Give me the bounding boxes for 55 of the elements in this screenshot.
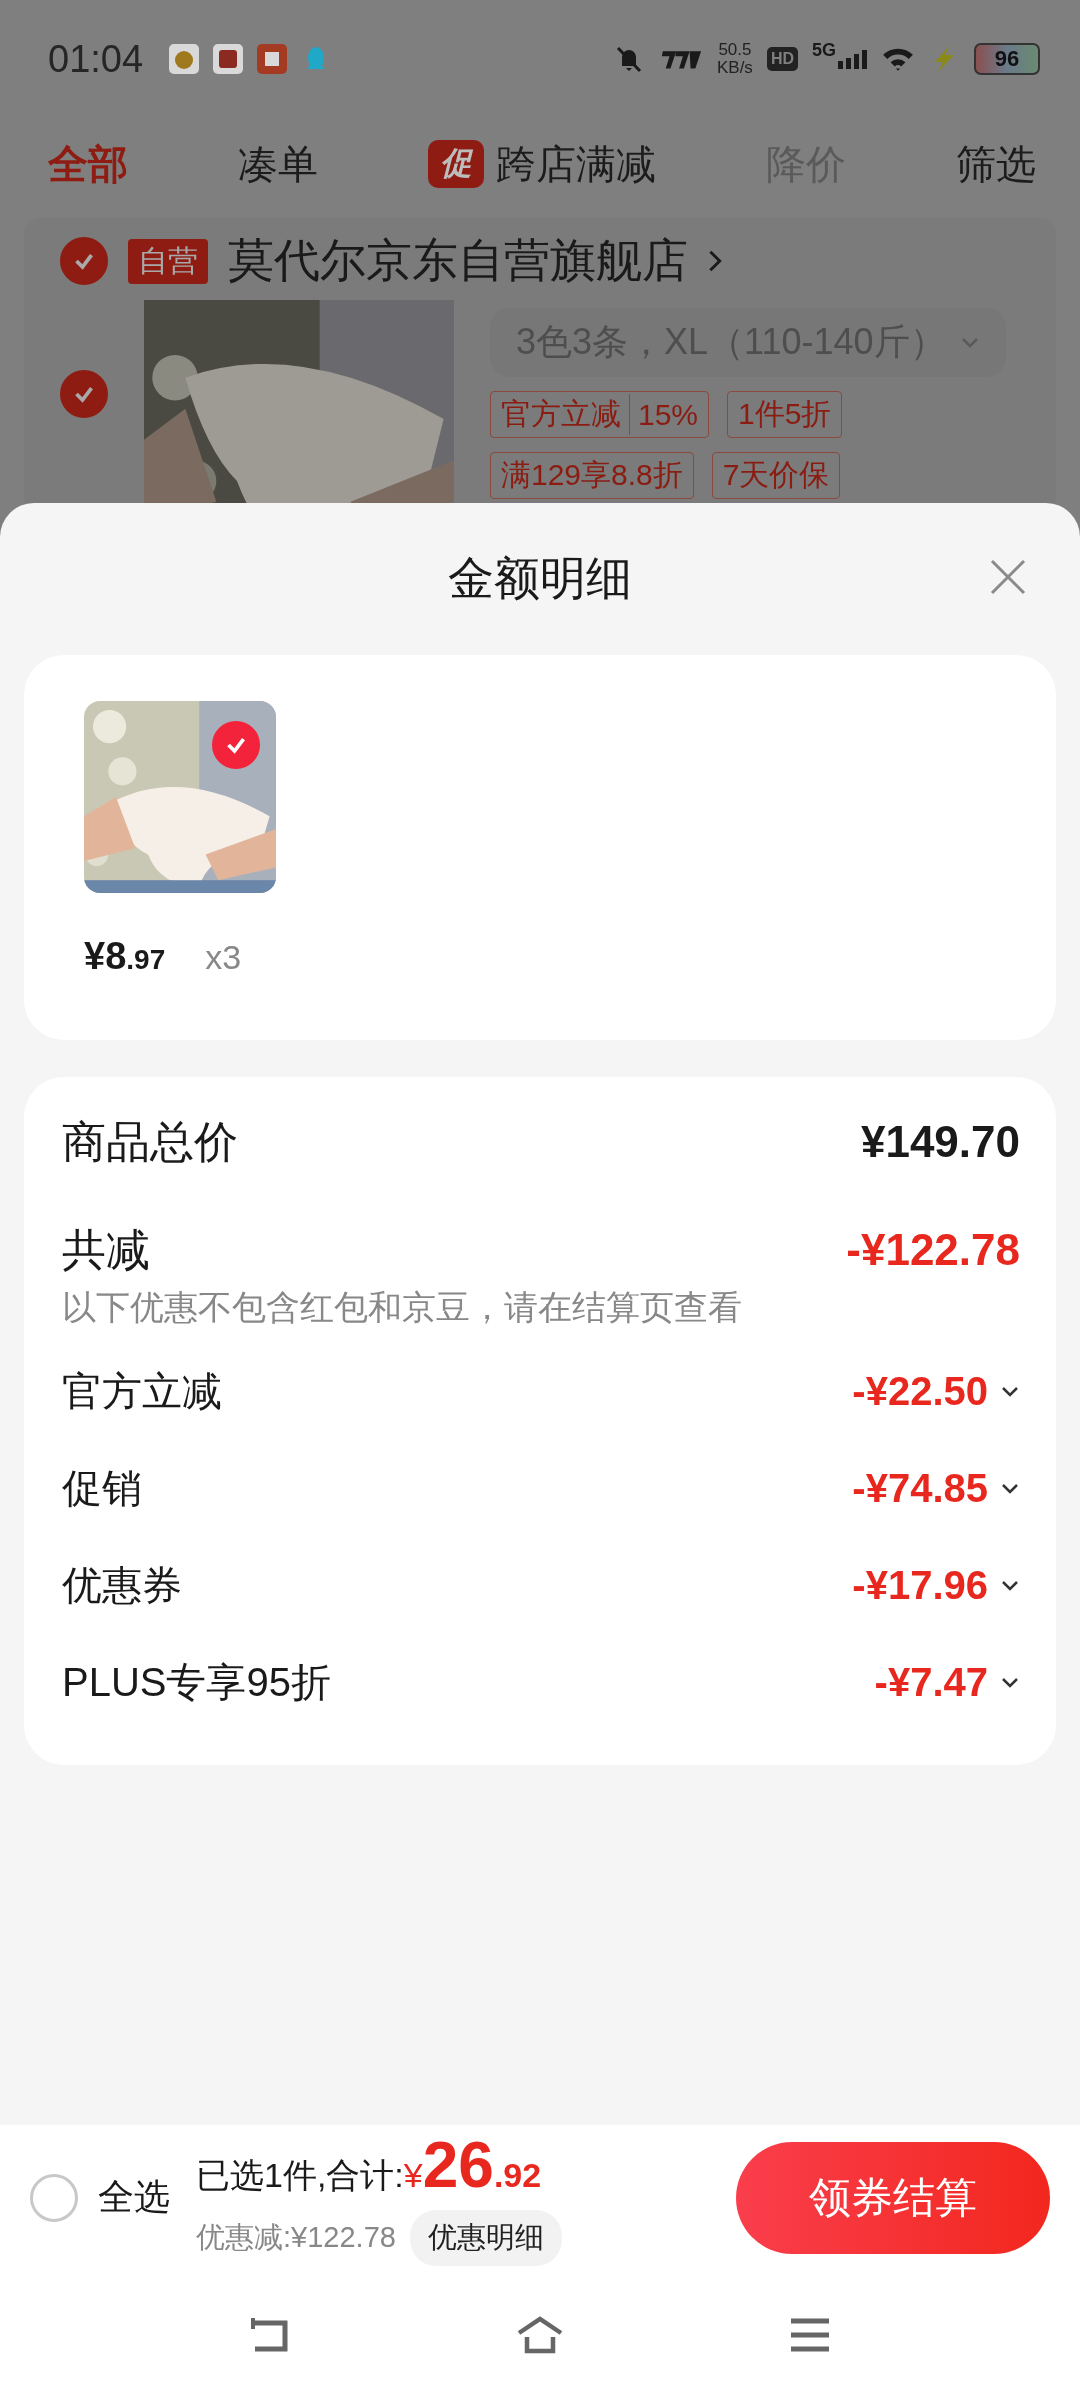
reduction-label: 共减 <box>62 1223 150 1276</box>
checkout-button[interactable]: 领券结算 <box>736 2141 1050 2254</box>
speed-unit: KB/s <box>716 59 753 77</box>
discount-total: 优惠减:¥122.78 <box>196 2219 396 2255</box>
caret-icon[interactable] <box>1000 1482 1020 1495</box>
filter-tab[interactable]: 凑单 <box>238 136 318 192</box>
filter-tab[interactable]: 全部 <box>48 136 128 192</box>
chevron-right-icon <box>708 249 722 273</box>
promo-tag: 1件5折 <box>727 391 843 438</box>
discount-value: -¥22.50 <box>852 1369 988 1414</box>
product-checkbox[interactable] <box>60 370 108 418</box>
store-name[interactable]: 莫代尔京东自营旗舰店 <box>228 230 688 292</box>
promo-tag: 满129享8.8折 <box>490 452 694 499</box>
caret-icon <box>959 336 980 349</box>
home-icon[interactable] <box>515 2315 565 2355</box>
signal-icon <box>838 48 868 70</box>
sheet-title: 金额明细 <box>448 551 632 606</box>
discount-value: -¥74.85 <box>852 1466 988 1511</box>
reduction-value: -¥122.78 <box>846 1225 1020 1275</box>
item-price: ¥8.97 <box>84 935 166 978</box>
store-checkbox[interactable] <box>60 237 108 285</box>
status-time: 01:04 <box>48 37 144 81</box>
caret-icon[interactable] <box>1000 1579 1020 1592</box>
discount-label: PLUS专享95折 <box>62 1659 332 1706</box>
select-all-checkbox[interactable] <box>30 2173 78 2222</box>
promo-tag: 7天价保 <box>711 452 841 499</box>
filter-tab[interactable]: 筛选 <box>956 136 1036 192</box>
discount-label: 官方立减 <box>62 1368 223 1415</box>
discount-value: -¥7.47 <box>874 1660 988 1705</box>
promo-badge: 促 <box>428 140 484 188</box>
self-operated-tag: 自营 <box>128 238 208 284</box>
filter-tab[interactable]: 跨店满减 <box>496 136 656 192</box>
app-icon <box>213 44 244 74</box>
network-type: 5G <box>812 40 836 61</box>
discount-value: -¥17.96 <box>852 1563 988 1608</box>
hd-badge: HD <box>766 47 798 71</box>
reduction-note: 以下优惠不包含红包和京豆，请在结算页查看 <box>62 1287 743 1328</box>
caret-icon[interactable] <box>1000 1676 1020 1689</box>
discount-details-button[interactable]: 优惠明细 <box>409 2209 562 2266</box>
selected-count: 已选1件,合计: <box>196 2154 404 2196</box>
caret-icon[interactable] <box>1000 1385 1020 1398</box>
total-price: ¥26.92 <box>403 2129 542 2203</box>
network-speed: 50.5 <box>718 41 752 59</box>
close-icon[interactable] <box>988 557 1028 597</box>
select-all-label[interactable]: 全选 <box>98 2173 170 2222</box>
promo-tag-value: 15% <box>638 397 699 432</box>
total-value: ¥149.70 <box>860 1117 1020 1167</box>
battery-level: 96 <box>994 46 1020 72</box>
discount-label: 促销 <box>62 1465 143 1512</box>
app-icon <box>169 44 200 74</box>
item-quantity: x3 <box>205 938 242 977</box>
total-label: 商品总价 <box>62 1115 238 1168</box>
promo-tag-label: 官方立减 <box>501 396 621 432</box>
discount-label: 优惠券 <box>62 1562 183 1609</box>
app-icon <box>257 44 288 74</box>
